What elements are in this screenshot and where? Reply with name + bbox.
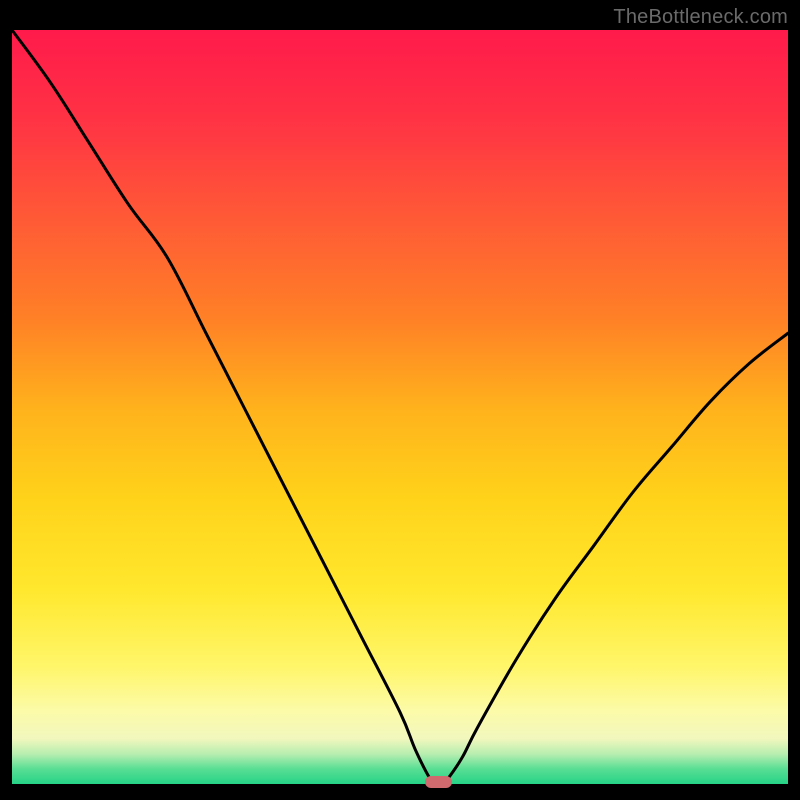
watermark-label: TheBottleneck.com [613, 6, 788, 29]
plot-area [12, 30, 788, 788]
chart-frame: TheBottleneck.com [0, 0, 800, 800]
baseline [12, 784, 788, 788]
gradient-rect [12, 30, 788, 788]
balance-point-marker [425, 776, 452, 788]
chart-svg [12, 30, 788, 788]
